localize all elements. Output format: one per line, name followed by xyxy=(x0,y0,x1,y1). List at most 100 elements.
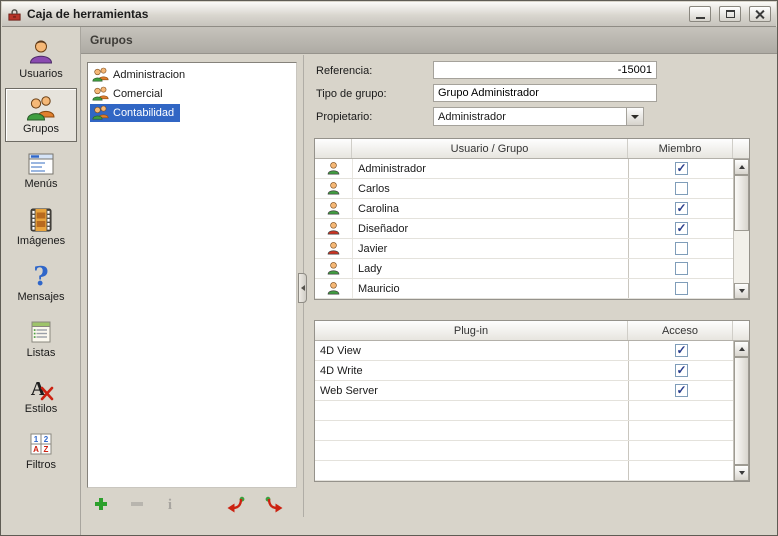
member-checkbox[interactable] xyxy=(675,202,688,215)
add-group-button[interactable] xyxy=(93,496,109,512)
plugin-name: Web Server xyxy=(315,381,628,400)
member-row[interactable]: Carlos xyxy=(315,179,733,199)
member-row[interactable]: Javier xyxy=(315,239,733,259)
plugins-scroll-thumb[interactable] xyxy=(734,357,749,465)
sidebar-item-label: Grupos xyxy=(23,123,59,135)
member-row[interactable]: Diseñador xyxy=(315,219,733,239)
tipo-grupo-label: Tipo de grupo: xyxy=(316,85,387,103)
group-name: Comercial xyxy=(113,88,163,100)
export-group-button[interactable] xyxy=(265,496,285,513)
sidebar-item-listas[interactable]: Listas xyxy=(5,312,77,366)
estilos-icon: A xyxy=(28,375,54,401)
scroll-down-icon[interactable] xyxy=(734,283,749,299)
scroll-down-icon[interactable] xyxy=(734,465,749,481)
plugin-row[interactable]: 4D View xyxy=(315,341,733,361)
sidebar-item-label: Menús xyxy=(24,178,57,190)
sidebar-item-mensajes[interactable]: ?Mensajes xyxy=(5,256,77,310)
svg-text:i: i xyxy=(168,497,172,512)
group-list[interactable]: Administracion Comercial Contabilidad xyxy=(87,62,297,488)
person-green-icon xyxy=(326,201,341,216)
titlebar[interactable]: Caja de herramientas xyxy=(2,2,776,27)
person-green-icon xyxy=(326,281,341,296)
plugin-row[interactable]: 4D Write xyxy=(315,361,733,381)
chevron-down-icon[interactable] xyxy=(626,108,643,125)
sidebar-item-label: Usuarios xyxy=(19,68,62,80)
plugin-empty-row xyxy=(315,401,733,421)
group-icon xyxy=(92,67,109,82)
sidebar-item-usuarios[interactable]: Usuarios xyxy=(5,32,77,86)
svg-text:1: 1 xyxy=(34,435,39,444)
add-icon xyxy=(93,496,109,512)
plugin-checkbox[interactable] xyxy=(675,344,688,357)
sidebar-item-filtros[interactable]: 12AZFiltros xyxy=(5,424,77,478)
propietario-combobox[interactable]: Administrador xyxy=(433,107,644,126)
remove-group-button[interactable] xyxy=(129,496,145,512)
page-title: Grupos xyxy=(90,33,133,47)
plugin-row[interactable]: Web Server xyxy=(315,381,733,401)
listas-icon xyxy=(28,319,54,345)
member-name: Lady xyxy=(352,259,628,278)
group-name: Administracion xyxy=(113,69,185,81)
close-button[interactable] xyxy=(749,6,771,22)
header-filler xyxy=(733,321,749,340)
maximize-button[interactable] xyxy=(719,6,741,22)
scroll-up-icon[interactable] xyxy=(734,341,749,357)
minimize-button[interactable] xyxy=(689,6,711,22)
plugin-checkbox[interactable] xyxy=(675,384,688,397)
sidebar-item-grupos[interactable]: Grupos xyxy=(5,88,77,142)
svg-text:?: ? xyxy=(33,263,48,289)
plugins-rows: 4D View4D WriteWeb Server xyxy=(315,341,733,481)
plugin-checkbox[interactable] xyxy=(675,364,688,377)
tipo-grupo-field[interactable] xyxy=(433,84,657,102)
group-list-item[interactable]: Administracion xyxy=(88,65,296,84)
window-title: Caja de herramientas xyxy=(27,7,681,21)
import-arrow-icon xyxy=(225,496,245,513)
sidebar-item-imagenes[interactable]: Imágenes xyxy=(5,200,77,254)
miembro-column-header[interactable]: Miembro xyxy=(628,139,733,158)
members-scroll-thumb[interactable] xyxy=(734,175,749,231)
header-filler xyxy=(733,139,749,158)
info-icon: i xyxy=(165,496,175,512)
panel-splitter[interactable] xyxy=(298,273,307,303)
member-row[interactable]: Carolina xyxy=(315,199,733,219)
group-list-item[interactable]: Comercial xyxy=(88,84,296,103)
sidebar-item-menus[interactable]: Menús xyxy=(5,144,77,198)
plugins-scroll-track[interactable] xyxy=(734,357,749,465)
group-icon xyxy=(92,86,109,101)
remove-icon xyxy=(129,496,145,512)
member-row[interactable]: Lady xyxy=(315,259,733,279)
plugin-empty-row xyxy=(315,441,733,461)
member-row[interactable]: Administrador xyxy=(315,159,733,179)
member-checkbox[interactable] xyxy=(675,262,688,275)
mensajes-icon: ? xyxy=(28,263,54,289)
svg-text:Z: Z xyxy=(44,445,49,454)
grupos-icon xyxy=(26,95,56,121)
group-name: Contabilidad xyxy=(113,107,174,119)
member-checkbox[interactable] xyxy=(675,282,688,295)
plugins-scrollbar[interactable] xyxy=(733,341,749,481)
members-scrollbar[interactable] xyxy=(733,159,749,299)
acceso-column-header[interactable]: Acceso xyxy=(628,321,733,340)
referencia-field[interactable] xyxy=(433,61,657,79)
user-group-column-header[interactable]: Usuario / Grupo xyxy=(352,139,628,158)
members-scroll-track[interactable] xyxy=(734,175,749,283)
member-checkbox[interactable] xyxy=(675,222,688,235)
import-group-button[interactable] xyxy=(225,496,245,513)
member-name: Mauricio xyxy=(352,279,628,298)
plugin-column-header[interactable]: Plug-in xyxy=(315,321,628,340)
group-info-button[interactable]: i xyxy=(165,496,175,512)
list-toolbar: i xyxy=(89,491,309,517)
member-checkbox[interactable] xyxy=(675,242,688,255)
scroll-up-icon[interactable] xyxy=(734,159,749,175)
member-name: Carolina xyxy=(352,199,628,218)
propietario-label: Propietario: xyxy=(316,108,372,126)
group-list-item[interactable]: Contabilidad xyxy=(88,103,296,122)
member-name: Javier xyxy=(352,239,628,258)
person-green-icon xyxy=(326,161,341,176)
sidebar-item-estilos[interactable]: AEstilos xyxy=(5,368,77,422)
member-checkbox[interactable] xyxy=(675,162,688,175)
plugins-table: Plug-in Acceso 4D View4D WriteWeb Server xyxy=(314,320,750,482)
member-row[interactable]: Mauricio xyxy=(315,279,733,299)
icon-column-header[interactable] xyxy=(315,139,352,158)
member-checkbox[interactable] xyxy=(675,182,688,195)
